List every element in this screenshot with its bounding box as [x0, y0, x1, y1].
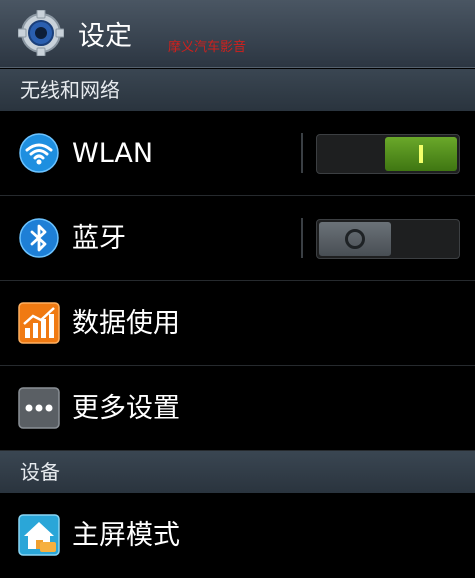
home-mode-icon — [18, 514, 60, 556]
settings-item-more[interactable]: 更多设置 — [0, 366, 475, 451]
action-bar: 设定 摩义汽车影音 — [0, 0, 475, 68]
more-icon — [18, 387, 60, 429]
settings-item-label: 主屏模式 — [72, 520, 180, 551]
settings-item-data-usage[interactable]: 数据使用 — [0, 281, 475, 366]
wifi-icon — [19, 133, 59, 173]
data-usage-icon — [18, 302, 60, 344]
settings-item-label: 数据使用 — [72, 308, 180, 339]
page-title: 设定 — [78, 21, 132, 52]
settings-item-wlan[interactable]: WLAN — [0, 111, 475, 196]
settings-item-bluetooth[interactable]: 蓝牙 — [0, 196, 475, 281]
settings-item-label: 更多设置 — [72, 393, 180, 424]
divider — [301, 218, 303, 258]
section-header-device: 设备 — [0, 451, 475, 493]
settings-item-label: WLAN — [72, 138, 154, 169]
wlan-toggle-switch[interactable] — [316, 134, 460, 174]
divider — [301, 133, 303, 173]
bluetooth-toggle-switch[interactable] — [316, 219, 460, 259]
toggle-off-knob — [319, 222, 391, 256]
section-header-wireless: 无线和网络 — [0, 69, 475, 111]
toggle-on-knob — [385, 137, 457, 171]
settings-item-home-mode[interactable]: 主屏模式 — [0, 493, 475, 578]
settings-gear-icon[interactable] — [18, 10, 64, 56]
bluetooth-icon — [19, 218, 59, 258]
settings-item-label: 蓝牙 — [72, 223, 126, 254]
watermark-text: 摩义汽车影音 — [168, 40, 247, 55]
